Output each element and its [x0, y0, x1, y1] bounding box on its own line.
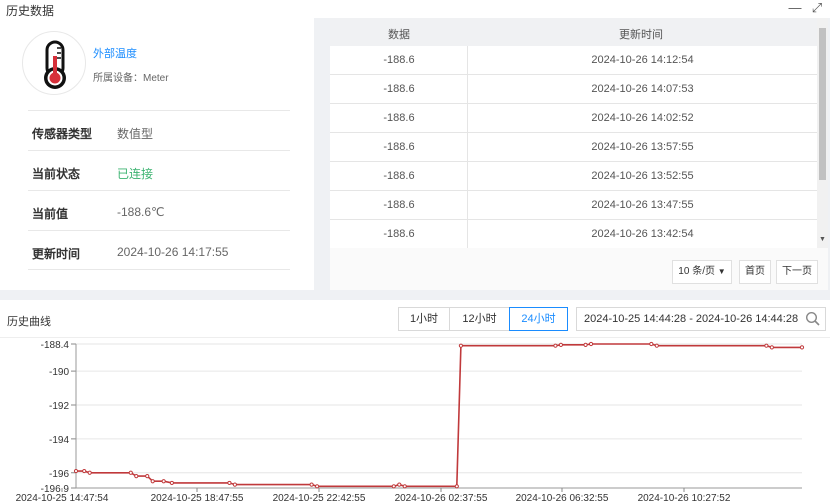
- data-point: [128, 470, 133, 475]
- chevron-down-icon: ▼: [717, 267, 726, 276]
- data-point: [391, 484, 396, 489]
- y-tick-label: -188.4: [41, 340, 70, 351]
- data-point: [82, 468, 87, 474]
- data-point: [232, 482, 237, 487]
- cell-value: -188.6: [383, 112, 415, 124]
- sensor-info-panel: 外部温度 所属设备：Meter 传感器类型 数值型 当前状态 已连接 当前值 -…: [0, 18, 314, 290]
- history-line-chart: -188.4-190-192-194-196-196.9 2024-10-25 …: [16, 340, 805, 504]
- y-tick-label: -190: [49, 367, 69, 378]
- cell-value: -188.6: [383, 54, 415, 66]
- field-label: 传感器类型: [32, 127, 93, 141]
- expand-icon[interactable]: ⤢: [810, 1, 824, 15]
- series-line: [76, 343, 802, 488]
- data-point: [558, 342, 564, 347]
- window-titlebar: 历史数据 — ⤢: [0, 0, 830, 19]
- data-point: [402, 484, 407, 489]
- table-row: -188.6 2024-10-26 14:12:54: [330, 46, 817, 75]
- field-value: 2024-10-26 14:17:55: [117, 245, 229, 259]
- data-point: [227, 480, 232, 486]
- status-badge: 已连接: [117, 167, 154, 181]
- table-row: -188.6 2024-10-26 13:57:55: [330, 133, 817, 162]
- cell-value: -188.6: [383, 83, 415, 95]
- cell-value: -188.6: [383, 141, 415, 153]
- cell-time: 2024-10-26 14:02:52: [591, 112, 694, 124]
- data-point: [654, 343, 659, 348]
- cell-value: -188.6: [383, 170, 415, 182]
- y-tick-label: -196: [49, 469, 69, 480]
- x-tick-label: 2024-10-25 14:47:54: [16, 493, 109, 504]
- field-row-type: 传感器类型 数值型: [28, 110, 290, 150]
- x-tick-label: 2024-10-25 18:47:55: [151, 493, 244, 504]
- data-point: [454, 484, 459, 489]
- pagination: 10 条/页 ▼ 首页 下一页: [330, 248, 828, 290]
- cell-value: -188.6: [383, 199, 415, 211]
- sensor-device: 所属设备：Meter: [93, 73, 169, 84]
- field-row-value: 当前值 -188.6℃: [28, 190, 290, 230]
- data-point: [134, 474, 139, 479]
- data-point: [73, 468, 79, 474]
- cell-time: 2024-10-26 13:42:54: [591, 228, 694, 240]
- field-value: 数值型: [117, 127, 154, 141]
- data-point: [87, 470, 92, 475]
- data-point: [150, 479, 155, 484]
- field-label: 当前状态: [32, 167, 81, 181]
- data-point: [764, 343, 769, 348]
- data-point: [309, 482, 314, 487]
- cell-time: 2024-10-26 13:47:55: [591, 199, 694, 211]
- data-point: [583, 342, 588, 347]
- x-tick-label: 2024-10-26 02:37:55: [395, 493, 488, 504]
- table-header: 数据 更新时间: [330, 18, 817, 46]
- table-row: -188.6 2024-10-26 13:47:55: [330, 191, 817, 220]
- thermometer-icon: [22, 31, 86, 95]
- y-tick-label: -192: [49, 401, 69, 412]
- history-table-panel: 数据 更新时间 -188.6 2024-10-26 14:12:54 -188.…: [330, 18, 828, 290]
- table-row: -188.6 2024-10-26 13:42:54: [330, 220, 817, 249]
- table-row: -188.6 2024-10-26 13:52:55: [330, 162, 817, 191]
- table-row: -188.6 2024-10-26 14:02:52: [330, 104, 817, 133]
- data-point: [588, 341, 594, 347]
- sensor-name-link[interactable]: 外部温度: [93, 45, 137, 61]
- page-size-select[interactable]: 10 条/页 ▼: [672, 260, 732, 284]
- first-page-button[interactable]: 首页: [739, 260, 771, 284]
- table-scrollbar-thumb[interactable]: [819, 28, 826, 180]
- field-row-status: 当前状态 已连接: [28, 150, 290, 190]
- field-row-updated: 更新时间 2024-10-26 14:17:55: [28, 230, 290, 270]
- data-point: [553, 343, 558, 348]
- window-title: 历史数据: [6, 4, 55, 18]
- column-header-time: 更新时间: [619, 29, 663, 41]
- data-point: [769, 345, 774, 350]
- cell-time: 2024-10-26 14:07:53: [591, 83, 694, 95]
- cell-time: 2024-10-26 13:52:55: [591, 170, 694, 182]
- cell-time: 2024-10-26 13:57:55: [591, 141, 694, 153]
- field-value: -188.6℃: [117, 205, 165, 219]
- field-label: 更新时间: [32, 247, 81, 261]
- x-tick-label: 2024-10-26 10:27:52: [638, 493, 731, 504]
- table-row: -188.6 2024-10-26 14:07:53: [330, 75, 817, 104]
- data-point: [397, 482, 402, 487]
- minimize-icon[interactable]: —: [788, 1, 802, 15]
- scroll-down-icon[interactable]: ▼: [819, 236, 826, 243]
- data-point: [145, 474, 150, 479]
- data-point: [458, 343, 464, 348]
- column-header-value: 数据: [388, 29, 410, 41]
- data-point: [161, 479, 166, 484]
- x-tick-label: 2024-10-26 06:32:55: [516, 493, 609, 504]
- data-point: [169, 480, 174, 486]
- cell-time: 2024-10-26 14:12:54: [591, 54, 694, 66]
- y-tick-label: -194: [49, 435, 69, 446]
- range-24h-button[interactable]: 24小时: [509, 307, 568, 331]
- data-point: [314, 484, 320, 489]
- cell-value: -188.6: [383, 228, 415, 240]
- x-tick-label: 2024-10-25 22:42:55: [273, 493, 366, 504]
- page-size-label: 10 条/页: [678, 266, 715, 277]
- data-point: [799, 345, 805, 350]
- next-page-button[interactable]: 下一页: [776, 260, 818, 284]
- field-label: 当前值: [32, 207, 69, 221]
- data-point: [649, 341, 654, 347]
